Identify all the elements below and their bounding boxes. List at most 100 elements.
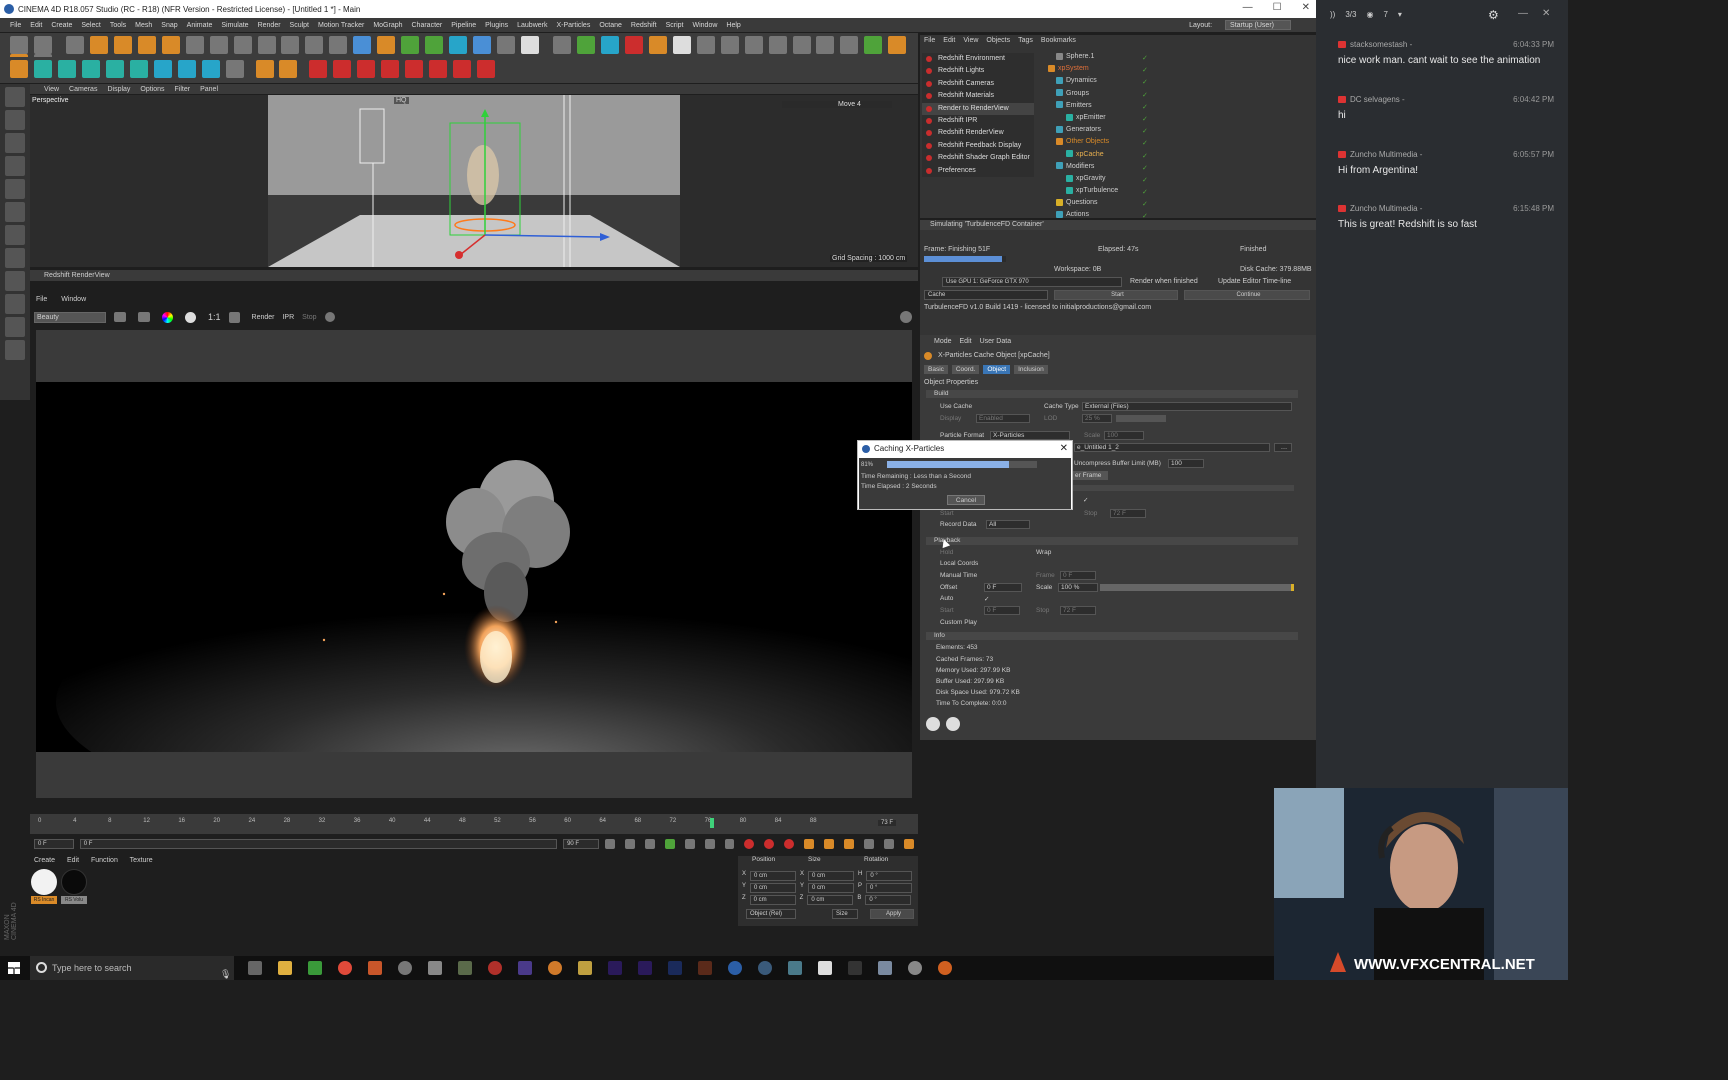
xp-checker-icon[interactable] xyxy=(744,36,763,54)
menu-laubwerk[interactable]: Laubwerk xyxy=(517,22,547,29)
xp-sun-icon[interactable] xyxy=(648,36,667,54)
tree-item[interactable]: xpTurbulence ✓ xyxy=(1040,185,1312,197)
undo-icon[interactable] xyxy=(10,36,28,54)
taskbar-search[interactable]: Type here to search 🎙 xyxy=(30,956,234,980)
tree-item[interactable]: Sphere.1 ✓ xyxy=(1040,51,1312,63)
select-tool-icon[interactable] xyxy=(65,36,84,54)
app-icon[interactable] xyxy=(758,961,772,975)
close-button[interactable]: ✕ xyxy=(1302,2,1310,13)
subdivision-icon[interactable] xyxy=(401,36,420,54)
snap-icon[interactable] xyxy=(5,271,25,291)
ratio-button[interactable]: 1:1 xyxy=(208,312,221,322)
playback-start-field[interactable]: 0 F xyxy=(984,606,1020,615)
cloner-icon[interactable] xyxy=(425,36,444,54)
xp-generator-icon[interactable] xyxy=(177,60,196,78)
display-select[interactable]: Enabled xyxy=(976,414,1030,423)
cache-file-field[interactable]: e_Untitled 1_2 xyxy=(1074,443,1270,452)
cache-select[interactable]: Cache xyxy=(924,290,1048,300)
maximize-button[interactable]: ☐ xyxy=(1273,2,1282,13)
rs-area-icon[interactable] xyxy=(381,60,400,78)
rotation-key-icon[interactable] xyxy=(844,839,855,849)
auto-checkbox[interactable]: Auto xyxy=(940,595,953,602)
next-frame-icon[interactable] xyxy=(684,839,695,849)
menu-help[interactable]: Help xyxy=(726,22,740,29)
rs-sun-icon[interactable] xyxy=(333,60,352,78)
previous-frame-icon[interactable] xyxy=(644,839,655,849)
menu-animate[interactable]: Animate xyxy=(187,22,213,29)
particle-format-select[interactable]: X-Particles xyxy=(990,431,1070,440)
xp-gear-icon[interactable] xyxy=(10,60,28,78)
task-view-icon[interactable] xyxy=(248,961,262,975)
menu-create[interactable]: Create xyxy=(51,22,72,29)
render-settings-icon[interactable] xyxy=(329,36,348,54)
param-key-icon[interactable] xyxy=(864,839,875,849)
workplane-icon[interactable] xyxy=(5,156,25,176)
lod-slider[interactable] xyxy=(1116,415,1166,422)
local-coords-checkbox[interactable]: Local Coords xyxy=(940,560,978,567)
om-menu-edit[interactable]: Edit xyxy=(943,37,955,44)
cache-type-select[interactable]: External (Files) xyxy=(1082,402,1292,411)
bucket-icon[interactable] xyxy=(324,312,335,322)
app-icon[interactable] xyxy=(488,961,502,975)
xp-material-icon[interactable] xyxy=(225,60,244,78)
menu-character[interactable]: Character xyxy=(412,22,443,29)
app-icon[interactable] xyxy=(878,961,892,975)
size-y-field[interactable]: 0 cm xyxy=(808,883,855,893)
menu-item-rs-ipr[interactable]: Redshift IPR xyxy=(922,115,1034,127)
app-icon[interactable] xyxy=(818,961,832,975)
tab-basic[interactable]: Basic xyxy=(924,365,948,374)
render-when-finished-checkbox[interactable]: Render when finished xyxy=(1130,278,1198,285)
menu-item-rs-lights[interactable]: Redshift Lights xyxy=(922,65,1034,77)
xp-emitter-icon[interactable] xyxy=(600,36,619,54)
tree-item[interactable]: Other Objects ✓ xyxy=(1040,136,1312,148)
windows-start-icon[interactable] xyxy=(8,962,20,974)
material-rs-volu[interactable] xyxy=(61,869,87,895)
per-frame-check[interactable]: ✓ xyxy=(1083,496,1088,504)
menu-item-rs-environment[interactable]: Redshift Environment xyxy=(922,53,1034,65)
redo-icon[interactable] xyxy=(33,36,52,54)
menu-window[interactable]: Window xyxy=(693,22,718,29)
rotation-b-field[interactable]: 0 ° xyxy=(865,895,912,905)
xp-cache-icon[interactable] xyxy=(720,36,739,54)
rs-proxy-icon[interactable] xyxy=(405,60,424,78)
dialog-close-icon[interactable]: ✕ xyxy=(1060,441,1068,457)
uncompress-buffer-field[interactable]: 100 xyxy=(1168,459,1204,468)
cinema4d-icon[interactable] xyxy=(728,961,742,975)
menu-select[interactable]: Select xyxy=(81,22,100,29)
menu-redshift[interactable]: Redshift xyxy=(631,22,657,29)
rs-camera-icon[interactable] xyxy=(477,60,496,78)
menu-file[interactable]: File xyxy=(10,22,21,29)
autokey-icon[interactable] xyxy=(764,839,775,849)
menu-item-render-to-renderview[interactable]: Render to RenderView xyxy=(922,102,1034,115)
hold-checkbox[interactable]: Hold xyxy=(940,549,953,556)
timeline-ruler[interactable]: 0 4 8 12 16 20 24 28 32 36 40 44 48 52 56 60 64 68 72 76 80 8… xyxy=(30,814,918,834)
play-icon[interactable] xyxy=(664,839,675,849)
axis-mode-icon[interactable] xyxy=(5,248,25,268)
perspective-viewport[interactable]: Perspective HQ Move 4 Grid Spacing : 100… xyxy=(30,95,918,267)
photoshop-icon[interactable] xyxy=(668,961,682,975)
app-icon[interactable] xyxy=(908,961,922,975)
current-frame-field[interactable]: 0 F xyxy=(34,839,74,849)
settings-gear-icon[interactable] xyxy=(900,311,912,323)
menu-render[interactable]: Render xyxy=(258,22,281,29)
aov-select[interactable]: Beauty xyxy=(34,311,106,323)
go-to-end-icon[interactable] xyxy=(724,839,735,849)
x-axis-icon[interactable] xyxy=(185,36,204,54)
layout-select[interactable]: Startup (User) xyxy=(1225,20,1291,30)
z-axis-icon[interactable] xyxy=(233,36,252,54)
white-balance-icon[interactable] xyxy=(185,311,196,323)
menu-mesh[interactable]: Mesh xyxy=(135,22,152,29)
attr-menu-edit[interactable]: Edit xyxy=(960,338,972,345)
tree-item-xpcache[interactable]: xpCache ✓ xyxy=(1040,149,1312,161)
lod-field[interactable]: 25 % xyxy=(1082,414,1112,423)
rs-light-icon[interactable] xyxy=(309,60,328,78)
tree-item[interactable]: Questions ✓ xyxy=(1040,197,1312,209)
minimize-button[interactable]: — xyxy=(1243,2,1253,13)
xp-utility-icon[interactable] xyxy=(201,60,220,78)
build-section[interactable]: Build xyxy=(926,390,1298,398)
y-axis-icon[interactable] xyxy=(209,36,228,54)
continue-button[interactable]: Continue xyxy=(1184,290,1310,300)
attr-menu-user-data[interactable]: User Data xyxy=(980,338,1012,345)
material-menu-edit[interactable]: Edit xyxy=(67,857,79,864)
keyframe-selection-icon[interactable] xyxy=(784,839,795,849)
